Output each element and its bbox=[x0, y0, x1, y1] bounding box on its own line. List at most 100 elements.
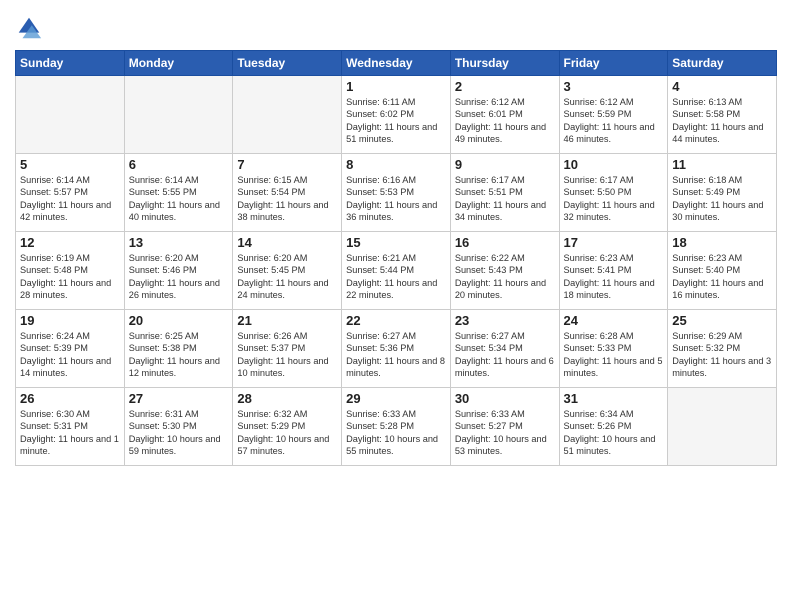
day-info: Sunrise: 6:32 AM Sunset: 5:29 PM Dayligh… bbox=[237, 408, 337, 458]
day-number: 13 bbox=[129, 235, 229, 250]
day-info: Sunrise: 6:33 AM Sunset: 5:27 PM Dayligh… bbox=[455, 408, 555, 458]
calendar-cell: 24Sunrise: 6:28 AM Sunset: 5:33 PM Dayli… bbox=[559, 310, 668, 388]
day-number: 18 bbox=[672, 235, 772, 250]
day-info: Sunrise: 6:33 AM Sunset: 5:28 PM Dayligh… bbox=[346, 408, 446, 458]
calendar-cell: 26Sunrise: 6:30 AM Sunset: 5:31 PM Dayli… bbox=[16, 388, 125, 466]
day-number: 3 bbox=[564, 79, 664, 94]
day-number: 31 bbox=[564, 391, 664, 406]
day-number: 14 bbox=[237, 235, 337, 250]
day-info: Sunrise: 6:13 AM Sunset: 5:58 PM Dayligh… bbox=[672, 96, 772, 146]
calendar-week-row: 1Sunrise: 6:11 AM Sunset: 6:02 PM Daylig… bbox=[16, 76, 777, 154]
calendar-cell: 14 Sunrise: 6:20 AM Sunset: 5:45 PM Dayli… bbox=[233, 232, 342, 310]
calendar-cell: 27 Sunrise: 6:31 AM Sunset: 5:30 PM Dayli… bbox=[124, 388, 233, 466]
calendar-week-row: 19 Sunrise: 6:24 AM Sunset: 5:39 PM Dayli… bbox=[16, 310, 777, 388]
day-number: 24 bbox=[564, 313, 664, 328]
day-number: 1 bbox=[346, 79, 446, 94]
day-info: Sunrise: 6:24 AM Sunset: 5:39 PM Dayligh… bbox=[20, 330, 120, 380]
header-day: Wednesday bbox=[342, 51, 451, 76]
day-info: Sunrise: 6:23 AM Sunset: 5:41 PM Dayligh… bbox=[564, 252, 664, 302]
day-number: 9 bbox=[455, 157, 555, 172]
header-day: Thursday bbox=[450, 51, 559, 76]
day-info: Sunrise: 6:17 AM Sunset: 5:50 PM Dayligh… bbox=[564, 174, 664, 224]
day-info: Sunrise: 6:27 AM Sunset: 5:36 PM Dayligh… bbox=[346, 330, 446, 380]
day-info: Sunrise: 6:29 AM Sunset: 5:32 PM Dayligh… bbox=[672, 330, 772, 380]
calendar-cell: 22Sunrise: 6:27 AM Sunset: 5:36 PM Dayli… bbox=[342, 310, 451, 388]
logo bbox=[15, 14, 45, 42]
header-day: Friday bbox=[559, 51, 668, 76]
header-day: Sunday bbox=[16, 51, 125, 76]
header-day: Monday bbox=[124, 51, 233, 76]
logo-icon bbox=[15, 14, 43, 42]
day-number: 12 bbox=[20, 235, 120, 250]
page-container: SundayMondayTuesdayWednesdayThursdayFrid… bbox=[0, 0, 792, 476]
calendar-table: SundayMondayTuesdayWednesdayThursdayFrid… bbox=[15, 50, 777, 466]
day-number: 16 bbox=[455, 235, 555, 250]
day-info: Sunrise: 6:12 AM Sunset: 5:59 PM Dayligh… bbox=[564, 96, 664, 146]
calendar-cell: 30 Sunrise: 6:33 AM Sunset: 5:27 PM Dayli… bbox=[450, 388, 559, 466]
day-info: Sunrise: 6:20 AM Sunset: 5:46 PM Dayligh… bbox=[129, 252, 229, 302]
day-info: Sunrise: 6:27 AM Sunset: 5:34 PM Dayligh… bbox=[455, 330, 555, 380]
header-day: Saturday bbox=[668, 51, 777, 76]
calendar-cell: 7Sunrise: 6:15 AM Sunset: 5:54 PM Daylig… bbox=[233, 154, 342, 232]
calendar-cell: 25 Sunrise: 6:29 AM Sunset: 5:32 PM Dayli… bbox=[668, 310, 777, 388]
calendar-cell: 3 Sunrise: 6:12 AM Sunset: 5:59 PM Daylig… bbox=[559, 76, 668, 154]
day-number: 8 bbox=[346, 157, 446, 172]
day-number: 25 bbox=[672, 313, 772, 328]
calendar-cell: 1Sunrise: 6:11 AM Sunset: 6:02 PM Daylig… bbox=[342, 76, 451, 154]
calendar-week-row: 5 Sunrise: 6:14 AM Sunset: 5:57 PM Daylig… bbox=[16, 154, 777, 232]
calendar-cell: 31 Sunrise: 6:34 AM Sunset: 5:26 PM Dayli… bbox=[559, 388, 668, 466]
calendar-cell: 16 Sunrise: 6:22 AM Sunset: 5:43 PM Dayli… bbox=[450, 232, 559, 310]
day-info: Sunrise: 6:22 AM Sunset: 5:43 PM Dayligh… bbox=[455, 252, 555, 302]
calendar-cell: 20 Sunrise: 6:25 AM Sunset: 5:38 PM Dayli… bbox=[124, 310, 233, 388]
calendar-week-row: 26Sunrise: 6:30 AM Sunset: 5:31 PM Dayli… bbox=[16, 388, 777, 466]
day-info: Sunrise: 6:30 AM Sunset: 5:31 PM Dayligh… bbox=[20, 408, 120, 458]
day-number: 20 bbox=[129, 313, 229, 328]
calendar-cell: 29 Sunrise: 6:33 AM Sunset: 5:28 PM Dayli… bbox=[342, 388, 451, 466]
day-number: 7 bbox=[237, 157, 337, 172]
calendar-cell: 12 Sunrise: 6:19 AM Sunset: 5:48 PM Dayli… bbox=[16, 232, 125, 310]
calendar-cell: 18 Sunrise: 6:23 AM Sunset: 5:40 PM Dayli… bbox=[668, 232, 777, 310]
calendar-cell: 4 Sunrise: 6:13 AM Sunset: 5:58 PM Daylig… bbox=[668, 76, 777, 154]
calendar-week-row: 12 Sunrise: 6:19 AM Sunset: 5:48 PM Dayli… bbox=[16, 232, 777, 310]
day-number: 6 bbox=[129, 157, 229, 172]
day-number: 27 bbox=[129, 391, 229, 406]
calendar-cell: 10 Sunrise: 6:17 AM Sunset: 5:50 PM Dayli… bbox=[559, 154, 668, 232]
calendar-cell: 11 Sunrise: 6:18 AM Sunset: 5:49 PM Dayli… bbox=[668, 154, 777, 232]
day-info: Sunrise: 6:25 AM Sunset: 5:38 PM Dayligh… bbox=[129, 330, 229, 380]
header-row: SundayMondayTuesdayWednesdayThursdayFrid… bbox=[16, 51, 777, 76]
calendar-cell: 19 Sunrise: 6:24 AM Sunset: 5:39 PM Dayli… bbox=[16, 310, 125, 388]
day-number: 21 bbox=[237, 313, 337, 328]
day-number: 23 bbox=[455, 313, 555, 328]
day-info: Sunrise: 6:16 AM Sunset: 5:53 PM Dayligh… bbox=[346, 174, 446, 224]
day-info: Sunrise: 6:34 AM Sunset: 5:26 PM Dayligh… bbox=[564, 408, 664, 458]
calendar-cell bbox=[16, 76, 125, 154]
day-info: Sunrise: 6:18 AM Sunset: 5:49 PM Dayligh… bbox=[672, 174, 772, 224]
day-info: Sunrise: 6:31 AM Sunset: 5:30 PM Dayligh… bbox=[129, 408, 229, 458]
day-number: 11 bbox=[672, 157, 772, 172]
day-number: 30 bbox=[455, 391, 555, 406]
day-number: 29 bbox=[346, 391, 446, 406]
day-info: Sunrise: 6:19 AM Sunset: 5:48 PM Dayligh… bbox=[20, 252, 120, 302]
calendar-cell: 2 Sunrise: 6:12 AM Sunset: 6:01 PM Daylig… bbox=[450, 76, 559, 154]
header bbox=[15, 10, 777, 42]
calendar-cell: 13 Sunrise: 6:20 AM Sunset: 5:46 PM Dayli… bbox=[124, 232, 233, 310]
calendar-cell bbox=[124, 76, 233, 154]
calendar-cell: 28Sunrise: 6:32 AM Sunset: 5:29 PM Dayli… bbox=[233, 388, 342, 466]
day-number: 2 bbox=[455, 79, 555, 94]
calendar-cell bbox=[233, 76, 342, 154]
day-info: Sunrise: 6:14 AM Sunset: 5:55 PM Dayligh… bbox=[129, 174, 229, 224]
day-info: Sunrise: 6:12 AM Sunset: 6:01 PM Dayligh… bbox=[455, 96, 555, 146]
day-number: 4 bbox=[672, 79, 772, 94]
day-info: Sunrise: 6:17 AM Sunset: 5:51 PM Dayligh… bbox=[455, 174, 555, 224]
day-number: 10 bbox=[564, 157, 664, 172]
day-info: Sunrise: 6:23 AM Sunset: 5:40 PM Dayligh… bbox=[672, 252, 772, 302]
calendar-cell: 6 Sunrise: 6:14 AM Sunset: 5:55 PM Daylig… bbox=[124, 154, 233, 232]
day-number: 5 bbox=[20, 157, 120, 172]
calendar-cell: 5 Sunrise: 6:14 AM Sunset: 5:57 PM Daylig… bbox=[16, 154, 125, 232]
day-info: Sunrise: 6:14 AM Sunset: 5:57 PM Dayligh… bbox=[20, 174, 120, 224]
calendar-cell: 9 Sunrise: 6:17 AM Sunset: 5:51 PM Daylig… bbox=[450, 154, 559, 232]
day-info: Sunrise: 6:20 AM Sunset: 5:45 PM Dayligh… bbox=[237, 252, 337, 302]
calendar-cell: 21Sunrise: 6:26 AM Sunset: 5:37 PM Dayli… bbox=[233, 310, 342, 388]
day-info: Sunrise: 6:21 AM Sunset: 5:44 PM Dayligh… bbox=[346, 252, 446, 302]
day-number: 19 bbox=[20, 313, 120, 328]
